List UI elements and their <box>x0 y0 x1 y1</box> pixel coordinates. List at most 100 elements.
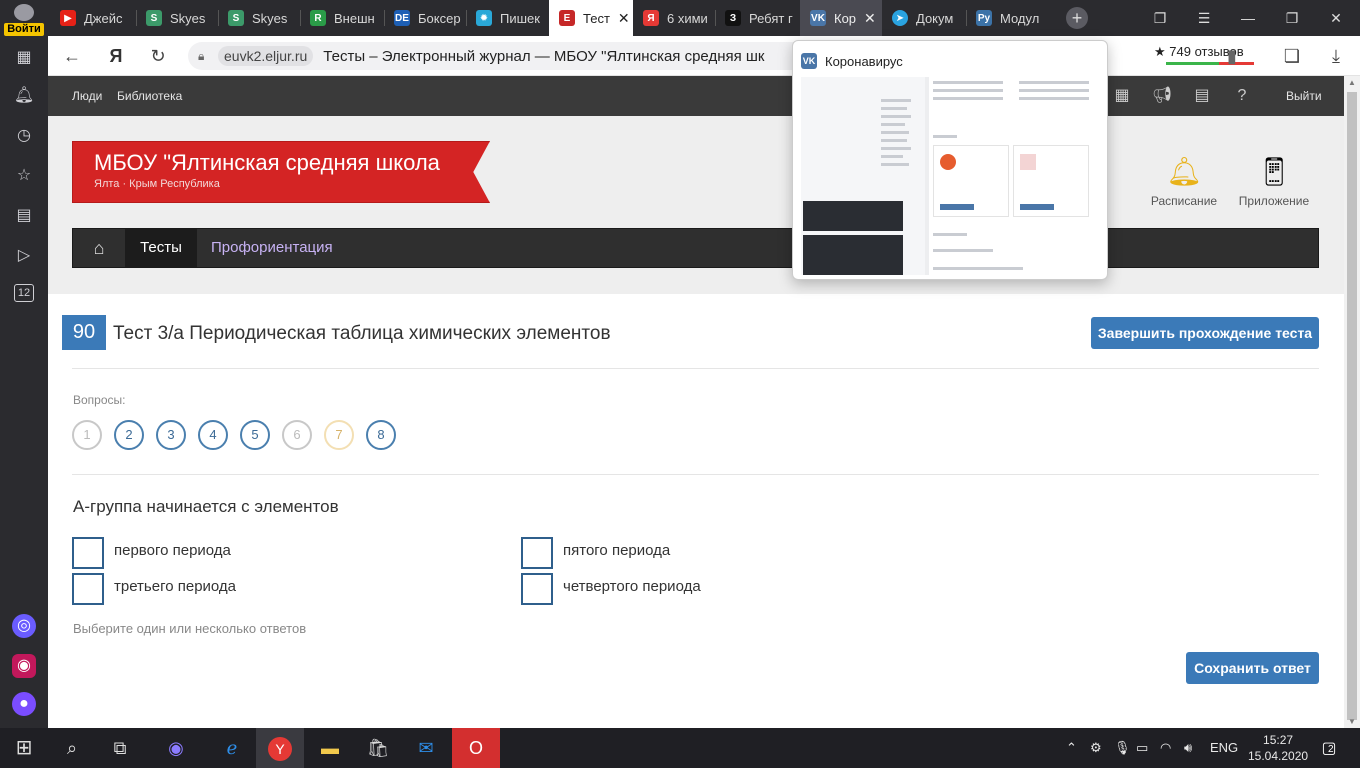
news-icon[interactable]: ▤ <box>1190 84 1214 108</box>
tray-expand-icon[interactable]: ⌃ <box>1066 740 1077 756</box>
close-window-icon[interactable]: ✕ <box>1314 0 1358 36</box>
tab-12[interactable]: Py Модул <box>966 0 1048 36</box>
tab-label: Тест <box>583 10 610 26</box>
bookmark-icon[interactable]: ▮ <box>1220 44 1244 68</box>
question-nav-2[interactable]: 2 <box>114 420 144 450</box>
yandex-browser-icon[interactable]: Y <box>256 728 304 768</box>
answer-checkbox-2[interactable] <box>521 537 553 569</box>
preview-title: Коронавирус <box>825 53 903 69</box>
tab-5[interactable]: DE Боксер <box>384 0 466 36</box>
tab-10[interactable]: VK Кор ✕ <box>800 0 882 36</box>
microphone-icon[interactable]: 🎙︎ <box>1114 740 1131 756</box>
question-nav-5[interactable]: 5 <box>240 420 270 450</box>
calendar-icon[interactable]: 12 <box>14 284 34 302</box>
preview-card <box>1013 145 1089 217</box>
close-tab-icon[interactable]: ✕ <box>618 10 630 27</box>
header-item-schedule[interactable]: 🔔︎ Расписание <box>1139 154 1229 208</box>
preview-thumbnail <box>801 77 1101 275</box>
tab-3[interactable]: S Skyes <box>218 0 300 36</box>
question-nav-6[interactable]: 6 <box>282 420 312 450</box>
assistant-icon[interactable]: ● <box>12 692 36 716</box>
back-icon[interactable]: ← <box>60 44 84 68</box>
search-icon[interactable]: ⌕ <box>48 728 96 768</box>
answer-label-2[interactable]: пятого периода <box>563 542 670 559</box>
notes-icon[interactable]: ▤ <box>12 204 36 228</box>
yandex-icon[interactable]: Я <box>104 44 128 68</box>
answer-label-1[interactable]: первого периода <box>114 542 231 559</box>
minimize-icon[interactable]: — <box>1226 0 1270 36</box>
collections-icon[interactable]: ❏ <box>1280 44 1304 68</box>
menu-tests[interactable]: Тесты <box>125 229 197 267</box>
url-field[interactable]: 🔒︎ euvk2.eljur.ru Тесты – Электронный жу… <box>188 42 848 70</box>
question-nav-4[interactable]: 4 <box>198 420 228 450</box>
clock-icon[interactable]: ◷ <box>12 124 36 148</box>
tab-preview-popup[interactable]: VK Коронавирус <box>792 40 1108 280</box>
answer-label-3[interactable]: третьего периода <box>114 578 236 595</box>
scroll-thumb[interactable] <box>1347 92 1357 720</box>
notification-center-icon[interactable]: ▢ 2 <box>1318 738 1340 758</box>
tab-4[interactable]: R Внешн <box>300 0 384 36</box>
answer-checkbox-1[interactable] <box>72 537 104 569</box>
download-icon[interactable]: ⤓ <box>1324 44 1348 68</box>
apps-grid-icon[interactable]: ▦ <box>12 46 36 70</box>
page-title-in-url: Тесты – Электронный журнал — МБОУ "Ялтин… <box>323 47 765 65</box>
logout-link[interactable]: Выйти <box>1286 89 1322 103</box>
language-indicator[interactable]: ENG <box>1210 740 1238 755</box>
tab-2[interactable]: S Skyes <box>136 0 218 36</box>
question-nav-1[interactable]: 1 <box>72 420 102 450</box>
network-icon[interactable]: ⚙︎ <box>1090 740 1102 756</box>
header-item-app[interactable]: 📱︎ Приложение <box>1229 154 1319 208</box>
help-icon[interactable]: ? <box>1230 84 1254 108</box>
clock[interactable]: 15:27 15.04.2020 <box>1248 732 1308 764</box>
megaphone-icon[interactable]: 📢︎ <box>1150 84 1174 108</box>
scroll-down-icon[interactable]: ▼ <box>1344 717 1360 726</box>
link-library[interactable]: Библиотека <box>117 89 182 103</box>
profile-button[interactable]: Войти <box>0 0 48 36</box>
tab-active[interactable]: Е Тест ✕ <box>549 0 633 36</box>
question-nav-7[interactable]: 7 <box>324 420 354 450</box>
tabs-icon[interactable]: ❐ <box>1138 0 1182 36</box>
tab-label: Skyes <box>170 10 206 26</box>
play-icon[interactable]: ▷ <box>12 244 36 268</box>
opera-icon[interactable]: O <box>452 728 500 768</box>
wifi-icon[interactable]: ◠ <box>1160 740 1171 756</box>
scroll-up-icon[interactable]: ▲ <box>1344 78 1360 87</box>
folder-icon[interactable]: ▬ <box>306 728 354 768</box>
bell-icon[interactable]: 🔔︎ <box>12 84 36 108</box>
alice-icon[interactable]: ◉ <box>152 728 200 768</box>
menu-icon[interactable]: ☰ <box>1182 0 1226 36</box>
de-icon: DE <box>394 10 410 26</box>
link-people[interactable]: Люди <box>72 89 102 103</box>
volume-icon[interactable]: 🔊︎ <box>1184 740 1192 756</box>
display-icon[interactable]: ▭ <box>1136 740 1148 756</box>
menu-proforientation[interactable]: Профориентация <box>211 229 333 267</box>
page-scrollbar[interactable]: ▲ ▼ <box>1344 76 1360 728</box>
question-nav-3[interactable]: 3 <box>156 420 186 450</box>
question-nav-8[interactable]: 8 <box>366 420 396 450</box>
tab-9[interactable]: З Ребят г <box>715 0 799 36</box>
tab-11[interactable]: ➤ Докум <box>882 0 966 36</box>
answer-checkbox-3[interactable] <box>72 573 104 605</box>
close-tab-icon[interactable]: ✕ <box>864 10 876 27</box>
header-item-label: Расписание <box>1150 194 1218 208</box>
save-answer-button[interactable]: Сохранить ответ <box>1186 652 1319 684</box>
home-icon[interactable]: ⌂ <box>73 229 125 267</box>
tab-6[interactable]: ✹ Пишек <box>466 0 548 36</box>
answer-checkbox-4[interactable] <box>521 573 553 605</box>
store-icon[interactable]: 🛍︎ <box>354 728 402 768</box>
task-view-icon[interactable]: ⧉ <box>96 728 144 768</box>
mail-icon[interactable]: ✉ <box>402 728 450 768</box>
messenger-icon[interactable]: ◉ <box>12 654 36 678</box>
reload-icon[interactable]: ↻ <box>146 44 170 68</box>
tab-1[interactable]: ▶ Джейс <box>50 0 136 36</box>
windows-start-icon[interactable]: ⊞ <box>0 728 48 768</box>
finish-test-button[interactable]: Завершить прохождение теста <box>1091 317 1319 349</box>
tab-8[interactable]: Я 6 хими <box>633 0 715 36</box>
restore-icon[interactable]: ❐ <box>1270 0 1314 36</box>
star-icon[interactable]: ☆ <box>12 164 36 188</box>
calendar-icon[interactable]: ▦ <box>1110 84 1134 108</box>
alice-icon[interactable]: ◎ <box>12 614 36 638</box>
answer-label-4[interactable]: четвертого периода <box>563 578 701 595</box>
new-tab-button[interactable]: + <box>1066 7 1088 29</box>
edge-icon[interactable]: ℯ <box>208 728 256 768</box>
